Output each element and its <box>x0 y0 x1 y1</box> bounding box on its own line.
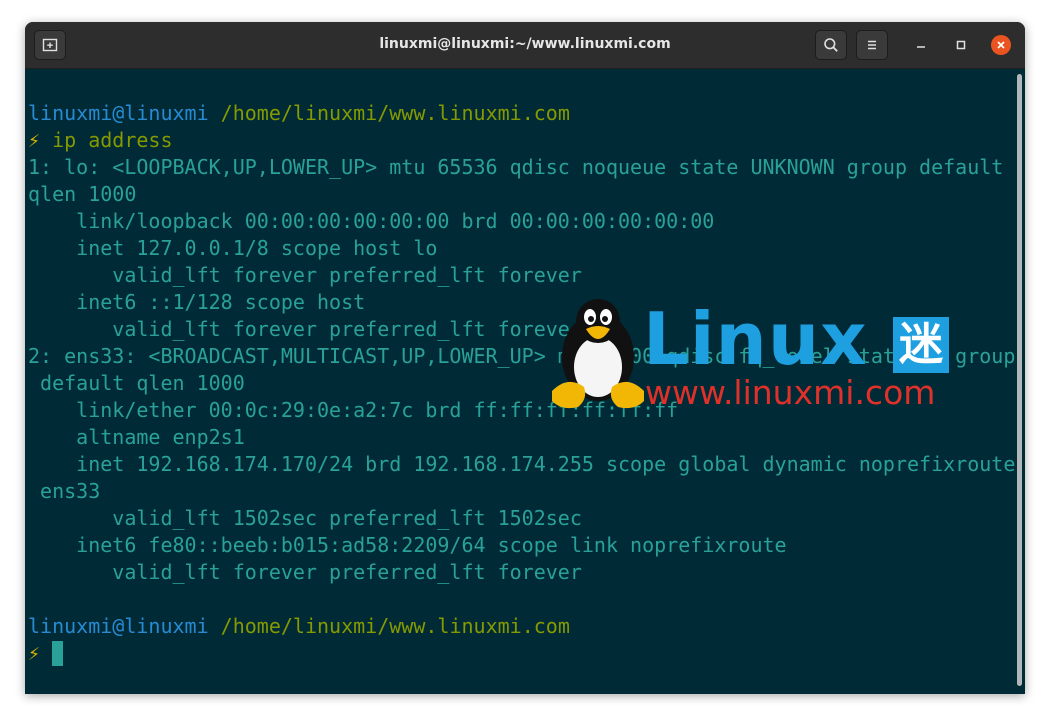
watermark-url: www.linuxmi.com <box>645 373 936 412</box>
prompt-path: /home/linuxmi/www.linuxmi.com <box>220 614 570 638</box>
watermark-mi-char: 迷 <box>893 317 949 373</box>
prompt-line: linuxmi@linuxmi /home/linuxmi/www.linuxm… <box>28 100 1013 127</box>
watermark-linux-text: Linux <box>643 297 868 381</box>
output-line: 1: lo: <LOOPBACK,UP,LOWER_UP> mtu 65536 … <box>28 155 1004 179</box>
prompt-line: linuxmi@linuxmi /home/linuxmi/www.linuxm… <box>28 613 1013 640</box>
search-icon <box>824 38 838 52</box>
command-line: ⚡ ip address <box>28 127 1013 154</box>
output-line: inet 192.168.174.170/24 brd 192.168.174.… <box>28 452 1016 476</box>
minimize-button[interactable] <box>911 35 931 55</box>
hamburger-menu-icon <box>868 40 876 50</box>
command-text: ip address <box>52 128 173 152</box>
close-button[interactable] <box>991 35 1011 55</box>
output-line: ens33 <box>28 479 101 503</box>
output-line: inet 127.0.0.1/8 scope host lo <box>28 236 438 260</box>
output-line: valid_lft 1502sec preferred_lft 1502sec <box>28 506 582 530</box>
maximize-button[interactable] <box>951 35 971 55</box>
output-line: qlen 1000 <box>28 182 137 206</box>
close-icon <box>997 41 1005 49</box>
prompt-user: linuxmi@linuxmi <box>28 101 209 125</box>
tux-penguin-icon <box>552 299 644 409</box>
output-line: altname enp2s1 <box>28 425 245 449</box>
text-cursor <box>52 641 64 666</box>
lightning-prompt-icon: ⚡ <box>28 641 41 665</box>
prompt-path: /home/linuxmi/www.linuxmi.com <box>220 101 570 125</box>
lightning-prompt-icon: ⚡ <box>28 128 41 152</box>
prompt-user: linuxmi@linuxmi <box>28 614 209 638</box>
output-line: inet6 fe80::beeb:b015:ad58:2209/64 scope… <box>28 533 787 557</box>
scrollbar[interactable] <box>1017 74 1022 686</box>
output-line: link/loopback 00:00:00:00:00:00 brd 00:0… <box>28 209 715 233</box>
titlebar: linuxmi@linuxmi:~/www.linuxmi.com <box>25 22 1025 69</box>
output-line: valid_lft forever preferred_lft forever <box>28 263 582 287</box>
search-button[interactable] <box>815 30 847 60</box>
maximize-icon <box>956 40 966 50</box>
minimize-icon <box>917 46 925 48</box>
input-line[interactable]: ⚡ <box>28 640 1013 667</box>
menu-button[interactable] <box>856 30 888 60</box>
output-line: valid_lft forever preferred_lft forever <box>28 560 582 584</box>
watermark-logo: Linux 迷 www.linuxmi.com <box>548 295 958 415</box>
